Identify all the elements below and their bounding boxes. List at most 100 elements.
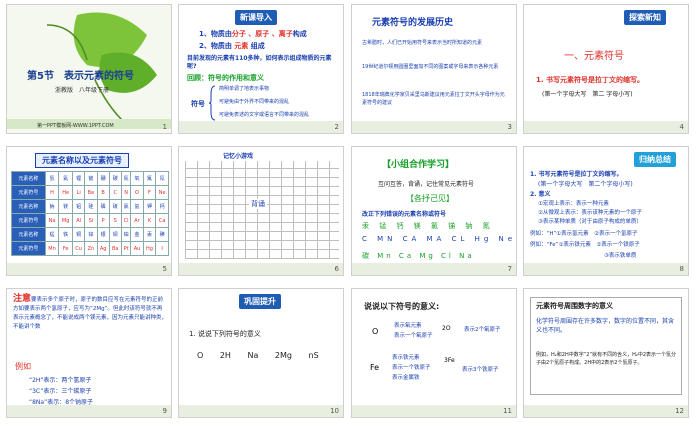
slide-title: 元素符号的发展历史 xyxy=(372,18,454,28)
history-1: 古希腊时，人们已开始用符号来表示当时所知道的元素 xyxy=(362,40,483,46)
instruction: 互问互答，背诵，记住常见元素符号 xyxy=(378,181,475,188)
table-cell: B xyxy=(96,185,110,200)
section-tag: 巩固提升 xyxy=(239,294,281,309)
table-cell: 锌 xyxy=(84,227,98,242)
example-label: 例如 xyxy=(15,362,31,371)
slide-thumbnail-6[interactable]: 记忆小游戏 背诵 6 xyxy=(178,146,344,276)
table-cell: 铂 xyxy=(120,227,132,242)
symbols-row: C MN CA MA CL Hg Ne xyxy=(362,235,517,243)
example-1: “2H”表示：两个氢原子 xyxy=(29,377,92,384)
meaning-1: ①宏观上表示：表示一种元素 xyxy=(538,201,609,207)
slide-title: 说说以下符号的意义: xyxy=(364,302,440,311)
table-cell: Si xyxy=(84,213,98,228)
table-cell: 氟 xyxy=(142,171,157,186)
symbols-list: O 2H Na 2Mg nS xyxy=(197,351,319,360)
question-text: 目前发现的元素有110多种，如何表示组成物质的元素呢? xyxy=(187,55,332,70)
table-cell: Ne xyxy=(155,185,169,200)
table-cell: Hg xyxy=(142,241,157,256)
section-tag: 探索新知 xyxy=(624,10,666,25)
slide-number: 11 xyxy=(503,407,512,415)
slide-number: 2 xyxy=(334,123,339,131)
table-cell: Ba xyxy=(108,241,122,256)
table-cell: 钙 xyxy=(155,199,169,214)
slide-number: 12 xyxy=(675,407,684,415)
element-table: 元素名称氢氦锂铍硼碳氮氧氟氖元素符号 H He Li Be B C N O F Ne 元素名称钠镁铝硅… xyxy=(11,171,169,256)
paragraph-1: 化学符号周围存在许多数字，数字的位置不同，其含义也不同。 xyxy=(536,318,675,334)
slide-thumbnail-2[interactable]: 新课导入 1、物质由分子 、原子 、离子构成 2、物质由 元素 组成 目前发现的… xyxy=(178,4,344,134)
slide-number: 10 xyxy=(330,407,339,415)
slide-number: 3 xyxy=(507,123,512,131)
table-cell: 氦 xyxy=(58,171,73,186)
review-text: 回顾：符号的作用和意义 xyxy=(187,74,264,82)
sub-title: 【各抒己见】 xyxy=(406,194,454,203)
brace-icon xyxy=(209,85,216,121)
table-cell: 磷 xyxy=(96,199,110,214)
fe-meaning-3: 表示金属铁 xyxy=(392,375,420,381)
slide-subtitle: 浙教版 八年级下册 xyxy=(55,87,110,94)
table-cell: Ca xyxy=(155,213,169,228)
2o-meaning: 表示2个氧原子 xyxy=(464,327,501,333)
table-cell: 元素名称 xyxy=(11,171,46,186)
slide-thumbnail-5[interactable]: 元素名称以及元素符号 元素名称氢氦锂铍硼碳氮氧氟氖元素符号 H He Li Be B C N O… xyxy=(6,146,172,276)
table-cell: Be xyxy=(84,185,98,200)
table-cell: 钡 xyxy=(108,227,122,242)
question: 1. 说说下列符号的意义 xyxy=(189,330,261,338)
table-cell: 硅 xyxy=(84,199,98,214)
symbol-fe: Fe xyxy=(370,363,380,372)
example-2: 例如：“Fe”①表示铁元素 ②表示一个铁原子 xyxy=(530,242,640,248)
table-cell: C xyxy=(108,185,122,200)
game-caption: 背诵 xyxy=(249,199,267,209)
bullet-3: 可避免表述的文字或语言不同带来的混乱 xyxy=(219,112,310,118)
slide-thumbnail-10[interactable]: 巩固提升 1. 说说下列符号的意义 O 2H Na 2Mg nS 10 xyxy=(178,288,344,418)
slide-footer: 第一PPT模板网-WWW.1PPT.COM xyxy=(37,123,114,129)
slide-number: 8 xyxy=(679,265,684,273)
table-cell: 氢 xyxy=(44,171,60,186)
example-1: 例如：“H”①表示氢元素 ②表示一个氢原子 xyxy=(530,231,638,237)
table-cell: O xyxy=(130,185,144,200)
line-2: 2、物质由 元素 组成 xyxy=(199,42,265,50)
slide-thumbnail-11[interactable]: 说说以下符号的意义: O 表示氧元素 表示一个氧原子 2O 表示2个氧原子 Fe… xyxy=(351,288,517,418)
slide-number: 6 xyxy=(334,265,339,273)
table-row: 元素名称锰铁铜锌银钡铂金汞碘 xyxy=(11,227,169,242)
table-cell: 碳 xyxy=(108,171,122,186)
table-cell: H xyxy=(44,185,60,200)
slide-thumbnail-4[interactable]: 探索新知 一、元素符号 1. 书写元素符号是拉丁文的缩写。 (第一个字母大写 第… xyxy=(523,4,689,134)
example-3: ③表示铁单质 xyxy=(604,253,637,259)
table-cell: 元素符号 xyxy=(11,213,46,228)
table-cell: He xyxy=(58,185,73,200)
table-cell: F xyxy=(142,185,157,200)
table-row: 元素符号 Mn Fe Cu Zn Ag Ba Pt Au Hg I xyxy=(11,241,169,256)
table-cell: 铍 xyxy=(84,171,98,186)
table-row: 元素名称钠镁铝硅磷硫氯氩钾钙 xyxy=(11,199,169,214)
3fe-meaning: 表示3个铁原子 xyxy=(462,367,499,373)
table-cell: 氖 xyxy=(155,171,169,186)
slide-title: 元素符号周围数字的意义 xyxy=(536,302,613,310)
slide-thumbnail-7[interactable]: 【小组合作学习】 互问互答，背诵，记住常见元素符号 【各抒己见】 改正下列错误的… xyxy=(351,146,517,276)
table-cell: Pt xyxy=(120,241,132,256)
history-2: 19世纪道尔顿用圆圈里面加不同的图案或字母来表示各种元素 xyxy=(362,64,499,70)
slide-thumbnail-9[interactable]: 注意要表示多个原子时，原子的数目应写在元素符号的正前方如要表示两个氢原子，应写为… xyxy=(6,288,172,418)
table-cell: S xyxy=(108,213,122,228)
slide-thumbnail-1[interactable]: 第5节 表示元素的符号 浙教版 八年级下册 第一PPT模板网-WWW.1PPT.… xyxy=(6,4,172,134)
slide-title: 【小组合作学习】 xyxy=(382,160,455,170)
slide-thumbnail-8[interactable]: 归纳总结 1. 书写元素符号是拉丁文的缩写。 (第一个字母大写 第二个字母小写)… xyxy=(523,146,689,276)
table-cell: 氧 xyxy=(130,171,144,186)
table-cell: 铁 xyxy=(58,227,73,242)
meaning-2: ②从微观上表示：表示该种元素的一个原子 xyxy=(538,210,642,216)
table-cell: 钾 xyxy=(142,199,157,214)
table-row: 元素符号 H He Li Be B C N O F Ne xyxy=(11,185,169,200)
table-cell: Au xyxy=(130,241,144,256)
slide-thumbnail-12[interactable]: 元素符号周围数字的意义 化学符号周围存在许多数字，数字的位置不同，其含义也不同。… xyxy=(523,288,689,418)
table-cell: Mg xyxy=(58,213,73,228)
example-2: “3C”表示：三个碳原子 xyxy=(29,388,92,395)
table-cell: 元素名称 xyxy=(11,227,46,242)
table-cell: 元素符号 xyxy=(11,185,46,200)
table-cell: 元素符号 xyxy=(11,241,46,256)
symbol-3fe: 3Fe xyxy=(444,357,455,364)
fe-meaning-1: 表示铁元素 xyxy=(392,355,420,361)
slide-thumbnail-3[interactable]: 元素符号的发展历史 古希腊时，人们已开始用符号来表示当时所知道的元素 19世纪道… xyxy=(351,4,517,134)
table-cell: Al xyxy=(71,213,86,228)
summary-1b: (第一个字母大写 第二个字母小写) xyxy=(538,181,633,188)
content-box xyxy=(530,297,682,395)
table-cell: Mn xyxy=(44,241,60,256)
